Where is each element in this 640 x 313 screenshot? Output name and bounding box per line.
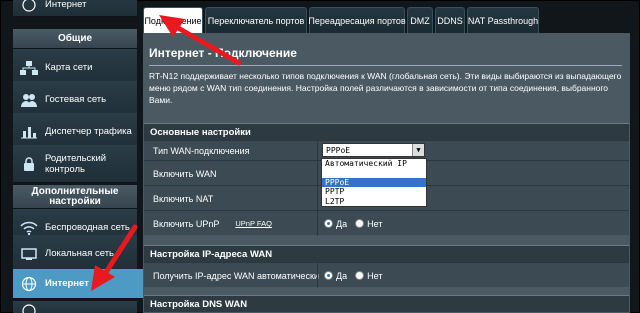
auto-ip-label: Получить IP-адрес WAN автоматически [153, 270, 319, 281]
sidebar-item-more[interactable] [13, 301, 137, 313]
content-panel: Интернет - Подключение RT-N12 поддержива… [143, 33, 630, 313]
dropdown-option-pppoe[interactable]: PPPoE [322, 177, 426, 187]
sidebar-header-general: Общие [13, 29, 137, 49]
guest-network-icon [19, 90, 39, 110]
sidebar: Интернет Общие Карта сети Гостевая сеть … [13, 0, 155, 313]
page-title: Интернет - Подключение [149, 46, 297, 60]
tab-port-forwarding[interactable]: Переадресация портов [308, 7, 406, 33]
wan-type-selected-value: PPPoE [326, 145, 351, 155]
section-wan-dns: Настройка DNS WAN [144, 295, 629, 312]
section-basic-settings: Основные настройки [144, 123, 629, 140]
tab-nat-passthrough[interactable]: NAT Passthrough [467, 7, 539, 33]
auto-ip-yes-radio[interactable] [324, 271, 333, 280]
auto-ip-radio-group: Да Нет [324, 263, 382, 288]
wan-type-select[interactable]: PPPoE ▼ [322, 143, 425, 157]
lan-icon [19, 244, 39, 264]
auto-ip-no-radio[interactable] [355, 271, 365, 280]
upnp-no-label: Нет [367, 218, 383, 229]
auto-ip-no-label: Нет [367, 270, 383, 281]
sidebar-item-label: Карта сети [45, 62, 93, 73]
sidebar-item-internet[interactable]: Интернет [13, 269, 155, 299]
sidebar-item-label: Локальная сеть [45, 248, 114, 259]
sidebar-item-parental-control[interactable]: Родительский контроль [13, 145, 137, 183]
enable-upnp-label: Включить UPnP [153, 218, 220, 229]
upnp-no-radio[interactable] [355, 219, 365, 228]
dropdown-option-pptp[interactable]: PPTP [322, 187, 426, 197]
sidebar-item-label: Гостевая сеть [45, 94, 107, 105]
page-description: RT-N12 поддерживает несколько типов подк… [149, 71, 622, 105]
globe-icon [19, 274, 39, 294]
row-wan-type: Тип WAN-подключения PPPoE ▼ [144, 140, 629, 161]
chevron-down-icon[interactable]: ▼ [412, 144, 424, 156]
title-divider [149, 65, 622, 66]
auto-ip-yes-label: Да [336, 270, 348, 281]
wan-type-label: Тип WAN-подключения [153, 146, 250, 156]
tab-port-switch[interactable]: Переключатель портов [205, 7, 307, 33]
row-auto-ip: Получить IP-адрес WAN автоматически Да Н… [144, 262, 629, 288]
sidebar-item-internet-top[interactable]: Интернет [13, 0, 137, 17]
tab-dmz[interactable]: DMZ [407, 7, 433, 33]
upnp-faq-link[interactable]: UPnP FAQ [235, 219, 272, 228]
dropdown-option-auto-ip[interactable]: Автоматический IP [322, 159, 426, 169]
upnp-yes-radio[interactable] [324, 219, 333, 228]
sidebar-item-label: Диспетчер трафика [45, 126, 132, 137]
upnp-radio-group: Да Нет [324, 211, 382, 236]
wan-type-dropdown: Автоматический IP PPPoE PPTP L2TP [321, 158, 427, 207]
parental-control-icon [19, 154, 39, 174]
tab-connection[interactable]: Подключение [143, 7, 203, 34]
section-wan-ip: Настройка IP-адреса WAN [144, 245, 629, 262]
tab-ddns[interactable]: DDNS [435, 7, 465, 33]
enable-wan-label: Включить WAN [153, 168, 217, 179]
sidebar-header-advanced: Дополнительные настройки [13, 185, 137, 209]
globe-icon [19, 0, 39, 15]
upnp-yes-label: Да [336, 218, 348, 229]
sidebar-item-lan[interactable]: Локальная сеть [13, 235, 137, 273]
upnp-label-group: Включить UPnP UPnP FAQ [153, 211, 272, 236]
network-map-icon [19, 58, 39, 78]
sidebar-item-label: Интернет [45, 0, 87, 10]
row-enable-upnp: Включить UPnP UPnP FAQ Да Нет [144, 210, 629, 236]
globe-icon [19, 301, 39, 313]
router-admin-window: Интернет Общие Карта сети Гостевая сеть … [0, 0, 640, 313]
traffic-manager-icon [19, 122, 39, 142]
sidebar-item-label: Интернет [45, 278, 89, 289]
enable-nat-label: Включить NAT [153, 193, 214, 204]
sidebar-item-label: Родительский контроль [45, 152, 107, 175]
dropdown-option-l2tp[interactable]: L2TP [322, 197, 426, 207]
sidebar-item-label: Беспроводная сеть [45, 222, 130, 233]
